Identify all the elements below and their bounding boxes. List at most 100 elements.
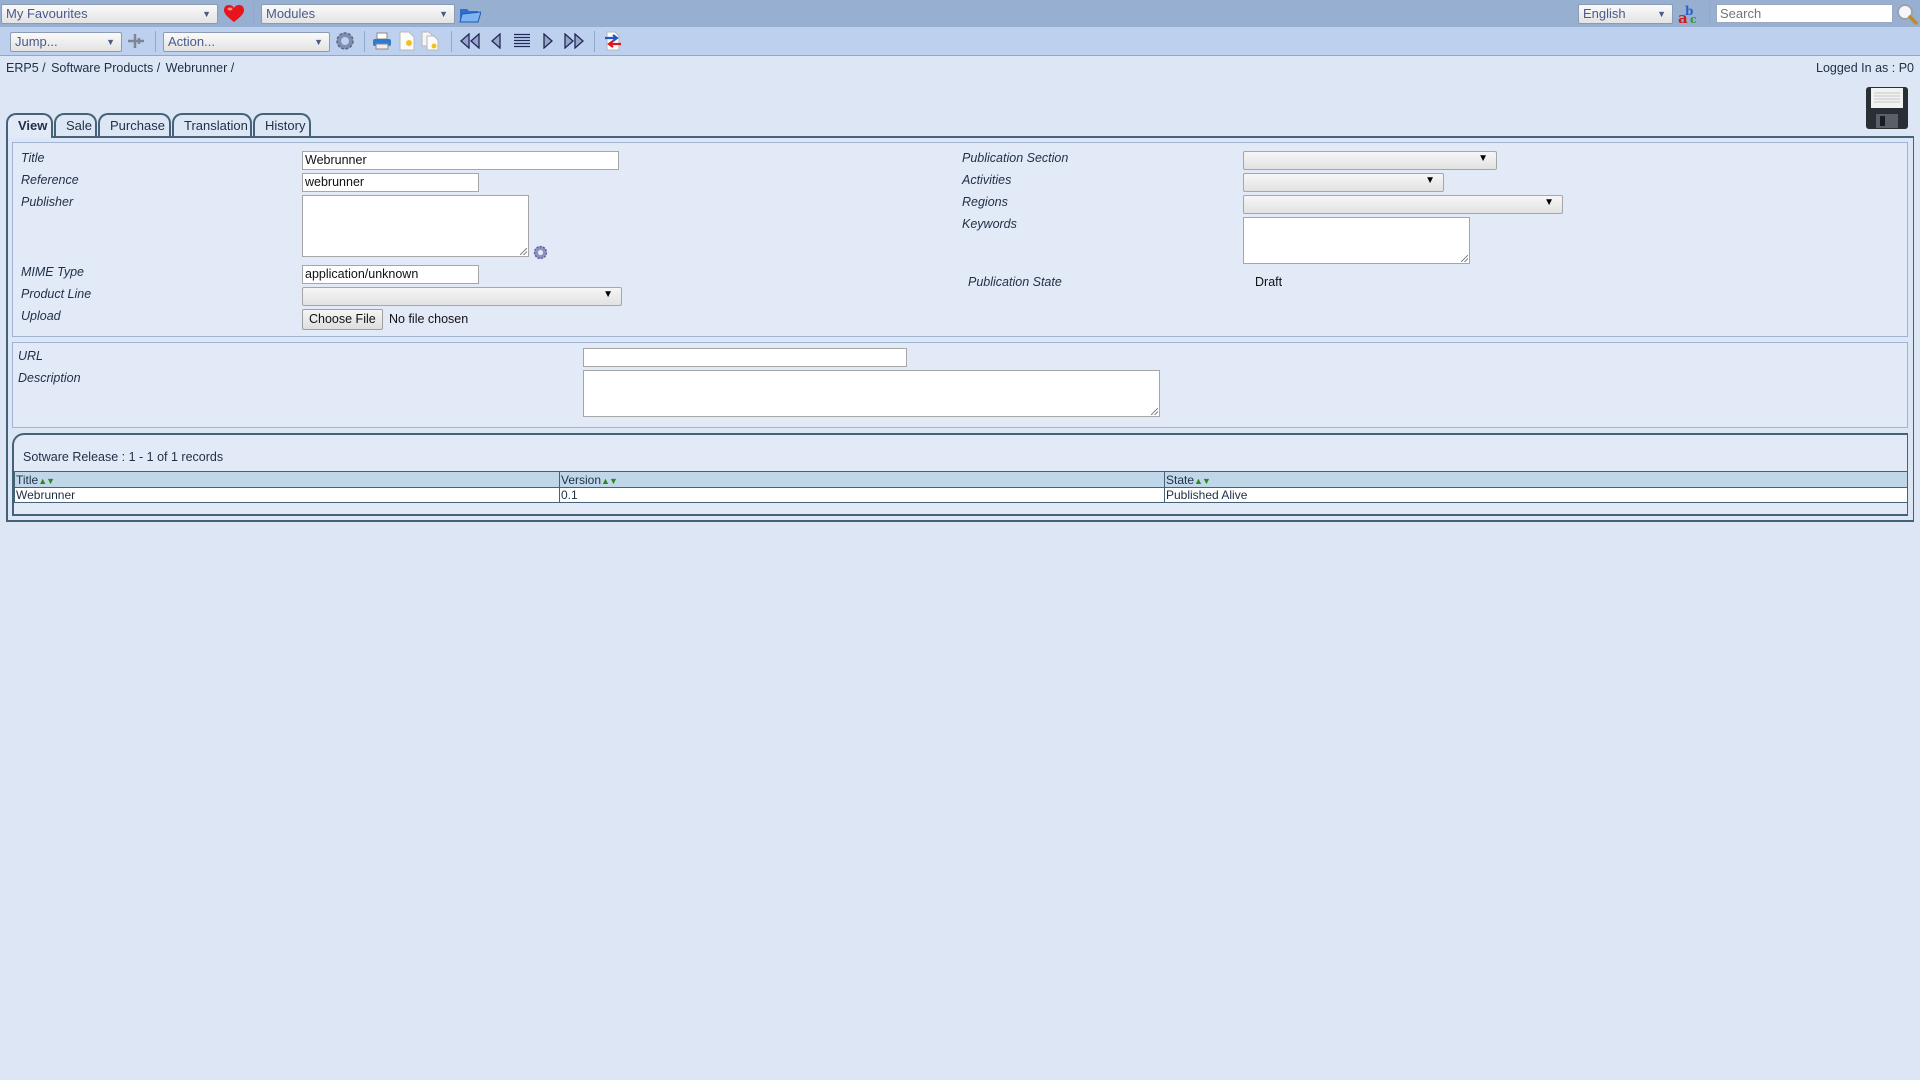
resize-grip[interactable] bbox=[1461, 255, 1468, 262]
mime-type-input[interactable]: application/unknown bbox=[302, 265, 479, 284]
action-select[interactable]: Action... ▼ bbox=[163, 32, 330, 52]
search-icon[interactable] bbox=[1895, 2, 1919, 26]
top-bar: My Favourites ▼ Modules ▼ English ▼ abc bbox=[0, 0, 1920, 27]
new-document-icon[interactable] bbox=[397, 30, 417, 52]
separator bbox=[594, 31, 595, 52]
description-label: Description bbox=[18, 371, 81, 385]
title-label: Title bbox=[21, 151, 45, 165]
separator bbox=[364, 31, 365, 52]
product-line-select[interactable]: ▼ bbox=[302, 287, 622, 306]
floppy-disk-icon bbox=[1865, 86, 1908, 129]
chevron-down-icon: ▼ bbox=[603, 289, 613, 300]
activities-label: Activities bbox=[962, 173, 1012, 187]
listbox-title: Sotware Release : bbox=[23, 450, 126, 464]
reference-label: Reference bbox=[21, 173, 79, 187]
toolbar: Jump... ▼ Action... ▼ bbox=[0, 27, 1920, 56]
logged-in-status: Logged In as : P0 bbox=[1816, 61, 1914, 75]
breadcrumb-link-webrunner[interactable]: Webrunner / bbox=[166, 61, 235, 75]
last-page-icon[interactable] bbox=[562, 30, 586, 52]
publication-state-value: Draft bbox=[1255, 275, 1283, 289]
regions-label: Regions bbox=[962, 195, 1008, 209]
next-page-icon[interactable] bbox=[540, 30, 556, 52]
sort-arrows-icon[interactable]: ▲▼ bbox=[601, 476, 618, 486]
publication-state-label: Publication State bbox=[968, 275, 1062, 289]
cell-version[interactable]: 0.1 bbox=[559, 487, 1165, 503]
search-input[interactable] bbox=[1716, 4, 1893, 23]
url-label: URL bbox=[18, 349, 44, 363]
description-textarea[interactable] bbox=[583, 370, 1160, 417]
jump-select[interactable]: Jump... ▼ bbox=[10, 32, 122, 52]
mime-type-label: MIME Type bbox=[21, 265, 84, 279]
regions-select[interactable]: ▼ bbox=[1243, 195, 1563, 214]
sort-arrows-icon[interactable]: ▲▼ bbox=[1194, 476, 1211, 486]
breadcrumb-link-erp5[interactable]: ERP5 / bbox=[6, 61, 46, 75]
first-page-icon[interactable] bbox=[458, 30, 482, 52]
column-state-label: State bbox=[1166, 472, 1195, 487]
separator bbox=[451, 31, 452, 52]
cell-state[interactable]: Published Alive bbox=[1164, 487, 1908, 503]
language-select[interactable]: English ▼ bbox=[1578, 4, 1673, 24]
activities-select[interactable]: ▼ bbox=[1243, 173, 1444, 192]
reference-input[interactable]: webrunner bbox=[302, 173, 479, 192]
resize-grip[interactable] bbox=[520, 248, 527, 255]
open-folder-icon[interactable] bbox=[458, 3, 482, 25]
tab-translation[interactable]: Translation bbox=[172, 113, 252, 137]
upload-label: Upload bbox=[21, 309, 61, 323]
table-row[interactable]: Webrunner 0.1 Published Alive bbox=[14, 487, 1908, 503]
action-select-label: Action... bbox=[168, 34, 215, 49]
relation-wheel-icon[interactable] bbox=[532, 244, 548, 260]
column-version-label: Version bbox=[561, 472, 602, 487]
favourites-select[interactable]: My Favourites ▼ bbox=[1, 4, 218, 24]
chevron-down-icon: ▼ bbox=[106, 37, 115, 47]
column-header-state[interactable]: State▲▼ bbox=[1164, 471, 1908, 488]
tab-purchase[interactable]: Purchase bbox=[98, 113, 171, 137]
breadcrumb: ERP5 / Software Products / Webrunner / bbox=[6, 61, 236, 75]
export-import-icon[interactable] bbox=[602, 30, 624, 52]
chevron-down-icon: ▼ bbox=[1478, 153, 1488, 164]
url-input[interactable] bbox=[583, 348, 907, 367]
clone-document-icon[interactable] bbox=[420, 30, 440, 52]
previous-page-icon[interactable] bbox=[488, 30, 504, 52]
language-select-label: English bbox=[1583, 6, 1626, 21]
keywords-label: Keywords bbox=[962, 217, 1017, 231]
publisher-textarea[interactable] bbox=[302, 195, 529, 257]
modules-select[interactable]: Modules ▼ bbox=[261, 4, 455, 24]
tab-history[interactable]: History bbox=[253, 113, 311, 137]
product-line-label: Product Line bbox=[21, 287, 92, 301]
keywords-textarea[interactable] bbox=[1243, 217, 1470, 264]
gear-icon[interactable] bbox=[334, 30, 356, 52]
column-header-version[interactable]: Version▲▼ bbox=[559, 471, 1165, 488]
cell-title[interactable]: Webrunner bbox=[14, 487, 560, 503]
resize-grip[interactable] bbox=[1151, 408, 1158, 415]
no-file-chosen-text: No file chosen bbox=[389, 312, 469, 326]
jump-select-label: Jump... bbox=[15, 34, 58, 49]
tab-view[interactable]: View bbox=[6, 113, 53, 138]
tab-sale[interactable]: Sale bbox=[54, 113, 97, 137]
title-input[interactable]: Webrunner bbox=[302, 151, 619, 170]
separator bbox=[1709, 3, 1710, 24]
sort-arrows-icon[interactable]: ▲▼ bbox=[38, 476, 55, 486]
fieldset-main bbox=[12, 142, 1908, 337]
print-icon[interactable] bbox=[371, 30, 393, 52]
heart-icon[interactable] bbox=[223, 3, 245, 25]
airplane-jump-icon[interactable] bbox=[126, 30, 146, 52]
list-mode-icon[interactable] bbox=[511, 30, 533, 52]
chevron-down-icon: ▼ bbox=[314, 37, 323, 47]
choose-file-button[interactable]: Choose File bbox=[302, 309, 383, 330]
chevron-down-icon: ▼ bbox=[202, 9, 211, 19]
breadcrumb-link-software-products[interactable]: Software Products / bbox=[51, 61, 160, 75]
listbox-header: Sotware Release : 1 - 1 of 1 records bbox=[23, 450, 223, 464]
chevron-down-icon: ▼ bbox=[1425, 175, 1435, 186]
publication-section-label: Publication Section bbox=[962, 151, 1069, 165]
listbox-record-count: 1 - 1 of 1 records bbox=[128, 450, 224, 464]
column-header-title[interactable]: Title▲▼ bbox=[14, 471, 560, 488]
table-header-row: Title▲▼ Version▲▼ State▲▼ bbox=[14, 471, 1908, 488]
modules-select-label: Modules bbox=[266, 6, 316, 21]
spellcheck-abc-icon[interactable]: abc bbox=[1677, 3, 1701, 25]
save-button[interactable] bbox=[1864, 85, 1909, 130]
separator bbox=[155, 31, 156, 52]
favourites-select-label: My Favourites bbox=[6, 6, 88, 21]
publication-section-select[interactable]: ▼ bbox=[1243, 151, 1497, 170]
publisher-label: Publisher bbox=[21, 195, 74, 209]
chevron-down-icon: ▼ bbox=[439, 9, 448, 19]
